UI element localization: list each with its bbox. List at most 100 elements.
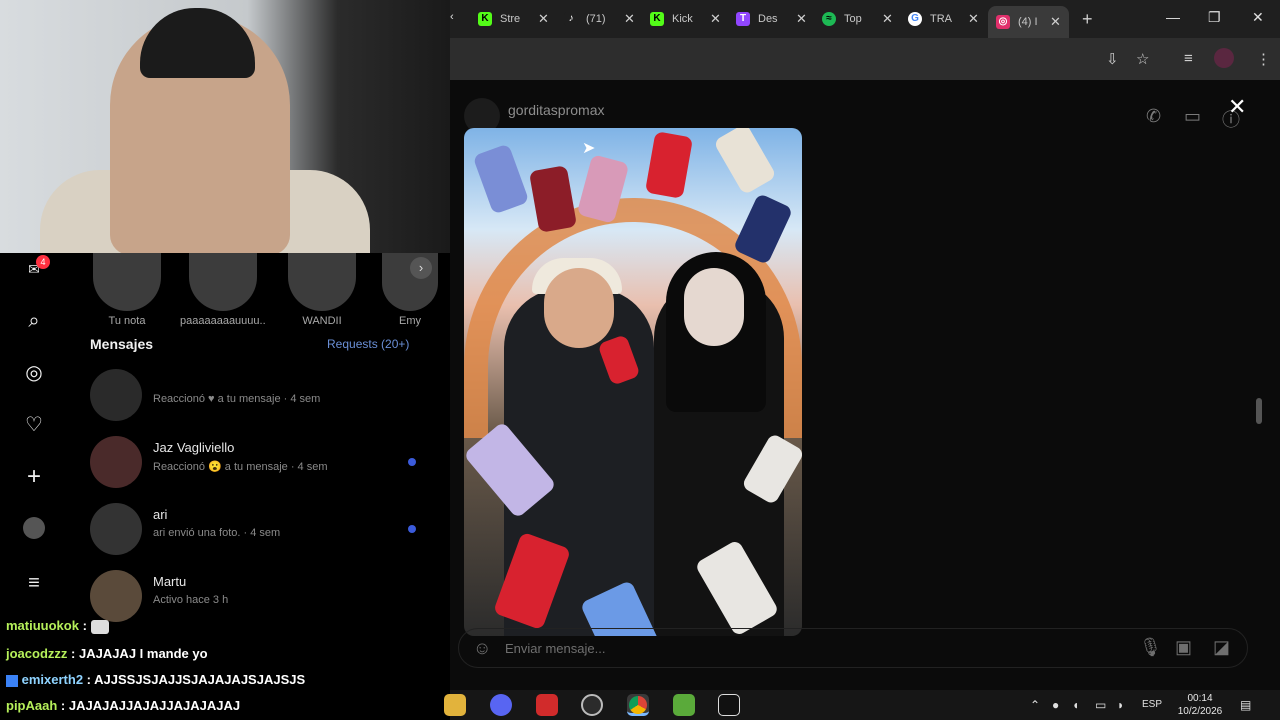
language-indicator[interactable]: ESP (1142, 699, 1162, 710)
chat-line: joacodzzz : JAJAJAJ I mande yo (6, 646, 208, 661)
message-composer[interactable]: ☺ Enviar mensaje... 🎙 ▣ ◪ (458, 628, 1248, 668)
video-call-icon[interactable]: ▭ (1184, 106, 1201, 127)
requests-link[interactable]: Requests (20+) (327, 337, 409, 351)
chrome-logo (629, 696, 647, 714)
browser-toolbar: ⇩ ☆ ≡ ⋮ (450, 38, 1280, 80)
tray-network-icon[interactable]: ▭ (1095, 698, 1106, 712)
tab-kick[interactable]: K Kick ✕ (650, 6, 721, 32)
profile-avatar[interactable] (1214, 48, 1234, 68)
instagram-icon: ◎ (996, 15, 1010, 29)
chat-username[interactable]: gorditaspromax (508, 102, 605, 118)
tab-scroll-left-icon[interactable]: ‹ (450, 11, 454, 23)
chat-separator: : (67, 646, 79, 661)
tab-instagram[interactable]: ◎ (4) I ✕ (988, 6, 1069, 38)
close-tab-icon[interactable]: ✕ (796, 11, 807, 27)
discord-icon[interactable] (490, 694, 512, 716)
close-tab-icon[interactable]: ✕ (968, 11, 979, 27)
unread-dot (408, 525, 416, 533)
conversation-row[interactable]: ari ari envió una foto. · 4 sem (90, 503, 430, 563)
tray-sound-icon[interactable]: ◖ (1072, 698, 1079, 712)
tray-mic-icon[interactable]: ● (1052, 698, 1059, 712)
voice-call-icon[interactable]: ✆ (1146, 106, 1161, 127)
twitch-icon: T (736, 12, 750, 26)
chat-separator: : (57, 698, 69, 713)
shared-photo[interactable] (464, 128, 802, 636)
story-avatar (288, 253, 356, 311)
close-window-icon[interactable]: ✕ (1252, 9, 1264, 26)
install-app-icon[interactable]: ⇩ (1106, 50, 1119, 68)
more-menu-icon[interactable]: ⋮ (1256, 50, 1271, 68)
chat-separator: : (83, 672, 95, 687)
search-icon[interactable]: ⌕ (22, 309, 46, 333)
spotify-icon: ≈ (822, 12, 836, 26)
streamer-webcam (0, 0, 450, 253)
explore-icon[interactable]: ◎ (22, 361, 46, 385)
stories-next-chevron-icon[interactable]: › (410, 257, 432, 279)
story-item[interactable]: WANDII (282, 253, 362, 327)
app-red-icon[interactable] (536, 694, 558, 716)
chrome-icon[interactable] (627, 694, 649, 716)
clock-time: 00:14 (1187, 693, 1213, 704)
notifications-heart-icon[interactable]: ♡ (22, 413, 46, 437)
sticker-icon[interactable]: ◪ (1213, 637, 1230, 658)
photo-bride-face (684, 268, 744, 346)
close-tab-icon[interactable]: ✕ (538, 11, 549, 27)
conversation-avatar (90, 503, 142, 555)
badge-icon (6, 674, 18, 687)
chat-line: pipAaah : JAJAJAJJAJAJJAJAJAJAJ (6, 698, 241, 713)
capcut-icon[interactable] (718, 694, 740, 716)
bookmark-star-icon[interactable]: ☆ (1136, 50, 1149, 68)
story-item[interactable]: paaaaaaaauuuu... (180, 253, 266, 327)
photo-phone (528, 165, 578, 233)
google-icon: G (908, 12, 922, 26)
story-avatar (93, 253, 161, 311)
photo-phone (644, 131, 694, 199)
story-note[interactable]: Tu nota (87, 253, 167, 327)
minecraft-icon[interactable] (673, 694, 695, 716)
message-input[interactable]: Enviar mensaje... (505, 641, 605, 656)
chat-separator: : (78, 618, 91, 633)
close-tab-icon[interactable]: ✕ (710, 11, 721, 27)
tiktok-icon: ♪ (564, 12, 578, 26)
unread-dot (408, 458, 416, 466)
tab-google[interactable]: G TRA ✕ (908, 6, 979, 32)
photo-groom-face (544, 268, 614, 348)
minimize-icon[interactable]: — (1166, 9, 1180, 25)
conversation-row[interactable]: Jaz Vagliviello Reaccionó 😮 a tu mensaje… (90, 436, 430, 496)
close-viewer-icon[interactable]: ✕ (1228, 94, 1246, 120)
scrollbar[interactable] (1256, 398, 1262, 424)
microphone-icon[interactable]: 🎙 (1139, 637, 1162, 658)
kick-icon: K (650, 12, 664, 26)
system-clock[interactable]: 00:14 10/2/2026 (1175, 692, 1225, 718)
restore-icon[interactable]: ❐ (1208, 9, 1221, 26)
notifications-icon[interactable]: ▤ (1240, 698, 1251, 712)
photo-phone (713, 128, 777, 196)
emoji-icon[interactable]: ☺ (473, 638, 491, 659)
close-tab-icon[interactable]: ✕ (1050, 14, 1061, 30)
cat-emote-icon (90, 619, 109, 634)
file-explorer-icon[interactable] (444, 694, 466, 716)
chat-line: matiuuokok : (6, 618, 109, 634)
close-tab-icon[interactable]: ✕ (624, 11, 635, 27)
obs-icon[interactable] (581, 694, 603, 716)
tray-overflow-icon[interactable]: ⌃ (1030, 698, 1040, 712)
media-control-icon[interactable]: ≡ (1184, 50, 1193, 67)
conversation-avatar (90, 369, 142, 421)
tray-volume-icon[interactable]: ◗ (1117, 698, 1124, 712)
notification-badge: 4 (36, 255, 50, 269)
tab-tiktok[interactable]: ♪ (71) ✕ (564, 6, 635, 32)
profile-avatar-icon[interactable] (23, 517, 45, 539)
conversation-avatar (90, 570, 142, 622)
image-viewer-overlay: gorditaspromax ✆ ▭ ⓘ ✕ ☺ Enviar mensaje.… (450, 80, 1280, 690)
tab-twitch[interactable]: T Des ✕ (736, 6, 807, 32)
more-hamburger-icon[interactable]: ≡ (22, 571, 46, 595)
chat-line: emixerth2 : AJJSSJSJAJJSJAJAJAJSJAJSJS (6, 672, 305, 687)
tab-spotify[interactable]: ≈ Top ✕ (822, 6, 893, 32)
tab-stream[interactable]: K Stre ✕ (478, 6, 549, 32)
conversation-row[interactable]: Reaccionó ♥ a tu mensaje · 4 sem (90, 369, 430, 429)
new-tab-icon[interactable]: + (1082, 9, 1093, 30)
close-tab-icon[interactable]: ✕ (882, 11, 893, 27)
create-plus-icon[interactable]: + (22, 465, 46, 489)
screen: ‹ K Stre ✕ ♪ (71) ✕ K Kick ✕ T Des ✕ ≈ T… (0, 0, 1280, 720)
image-upload-icon[interactable]: ▣ (1175, 637, 1192, 658)
